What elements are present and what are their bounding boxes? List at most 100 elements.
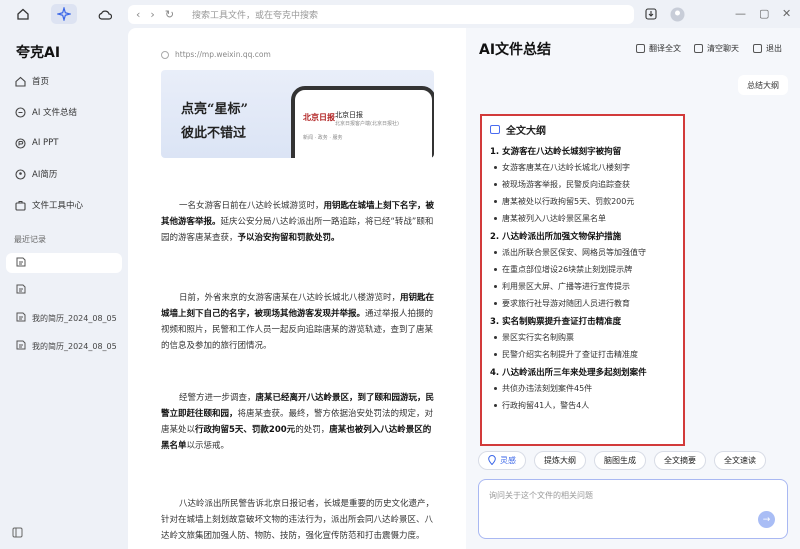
inspiration-label: 灵感 xyxy=(500,456,516,465)
article-paragraph: 一名女游客日前在八达岭长城游览时，用钥匙在城墙上刻下名字，被其他游客举报。延庆公… xyxy=(161,201,435,243)
sidebar-item-label: AI简历 xyxy=(32,170,58,180)
sidebar-item-label: 首页 xyxy=(32,77,50,87)
document-icon xyxy=(16,284,26,296)
question-input[interactable]: 询问关于这个文件的相关问题 → xyxy=(478,479,788,539)
outline-bullet: 行政拘留41人，警告4人 xyxy=(494,400,675,411)
phone-account-name: 北京日报 xyxy=(335,111,363,119)
document-panel: https://mp.weixin.qq.com 点亮“星标” 彼此不错过 北京… xyxy=(128,28,466,549)
recent-item[interactable]: 我的简历_2024_08_05 xyxy=(6,308,122,328)
top-bar: ‹ › ↻ 搜索工具文件，或在夸克中搜索 — ▢ ✕ xyxy=(0,0,800,28)
outline-bullet: 女游客唐某在八达岭长城北八楼刻字 xyxy=(494,162,675,173)
outline-section-title: 3. 实名制购票提升查证打击精准度 xyxy=(490,317,622,327)
recent-item[interactable]: 我的简历_2024_08_05 xyxy=(6,336,122,356)
outline-bullet: 利用景区大屏、广播等进行宣传提示 xyxy=(494,281,675,292)
phone-account-sub: 北京日报客户端(北京日报社) xyxy=(335,121,399,127)
sidebar-item-tool-center[interactable]: 文件工具中心 xyxy=(14,195,122,215)
outline-bullet: 唐某被处以行政拘留5天、罚款200元 xyxy=(494,196,675,207)
outline-bullet: 民警介绍实名制提升了查证打击精准度 xyxy=(494,349,675,360)
outline-header: 全文大纲 xyxy=(490,122,675,137)
phone-account-meta: 新闻 · 政务 · 服务 xyxy=(303,135,343,141)
location-pin-icon xyxy=(488,454,496,467)
phone-mockup: 北京日报 北京日报 北京日报客户端(北京日报社) 新闻 · 政务 · 服务 xyxy=(291,86,434,158)
cloud-icon[interactable] xyxy=(96,5,114,23)
avatar[interactable] xyxy=(668,5,686,23)
full-summary-chip[interactable]: 全文摘要 xyxy=(654,451,706,470)
recent-item[interactable] xyxy=(6,280,122,300)
ppt-icon xyxy=(14,137,26,149)
speed-read-chip[interactable]: 全文速读 xyxy=(714,451,766,470)
recent-item-label: 我的简历_2024_08_05 xyxy=(32,313,117,323)
panel-title: AI文件总结 xyxy=(479,42,552,58)
outline-section-title: 2. 八达岭派出所加强文物保护措施 xyxy=(490,232,622,242)
send-icon[interactable]: → xyxy=(758,511,775,528)
minimize-icon[interactable]: — xyxy=(735,7,746,20)
source-url[interactable]: https://mp.weixin.qq.com xyxy=(161,50,271,59)
sidebar-item-ai-ppt[interactable]: AI PPT xyxy=(14,133,122,153)
extract-outline-chip[interactable]: 提炼大纲 xyxy=(534,451,586,470)
summary-outline-button[interactable]: 总结大纲 xyxy=(738,75,788,95)
outline-bullet: 景区实行实名制购票 xyxy=(494,332,675,343)
address-placeholder: 搜索工具文件，或在夸克中搜索 xyxy=(192,11,319,21)
download-icon[interactable] xyxy=(642,5,660,23)
inspiration-chip[interactable]: 灵感 xyxy=(478,451,526,470)
outline-bullet: 共侦办违法刻划案件45件 xyxy=(494,383,675,394)
outline-title: 全文大纲 xyxy=(506,126,546,137)
outline-section-title: 1. 女游客在八达岭长城刻字被拘留 xyxy=(490,147,622,157)
outline-bullet: 要求旅行社导游对随团人员进行教育 xyxy=(494,298,675,309)
sidebar-item-label: AI 文件总结 xyxy=(32,108,78,118)
document-icon xyxy=(16,257,26,269)
translate-icon xyxy=(636,44,645,53)
collapse-sidebar-icon[interactable] xyxy=(12,527,23,541)
maximize-icon[interactable]: ▢ xyxy=(759,7,769,20)
sidebar-item-file-summary[interactable]: AI 文件总结 xyxy=(14,102,122,122)
outline-icon xyxy=(490,125,500,134)
close-icon[interactable]: ✕ xyxy=(782,7,791,20)
sidebar-item-home[interactable]: 首页 xyxy=(14,71,122,91)
file-summary-icon xyxy=(14,106,26,118)
translate-button[interactable]: 翻译全文 xyxy=(636,43,681,54)
ai-summary-panel: AI文件总结 翻译全文 清空聊天 退出 总结大纲 全文大纲 1. 女游客在八达岭… xyxy=(466,28,800,549)
outline-card: 全文大纲 1. 女游客在八达岭长城刻字被拘留 女游客唐某在八达岭长城北八楼刻字 … xyxy=(480,114,685,446)
banner-line-2: 彼此不错过 xyxy=(181,126,247,141)
article-paragraph: 经警方进一步调查，唐某已经离开八达岭景区，到了颐和园游玩，民警立即赶往颐和园，将… xyxy=(161,393,435,451)
translate-label: 翻译全文 xyxy=(649,44,681,53)
toolbox-icon xyxy=(14,199,26,211)
article-paragraph: 八达岭派出所民警告诉北京日报记者，长城是重要的历史文化遗产，针对在城墙上刻划故意… xyxy=(161,499,435,541)
quick-action-chips: 灵感 提炼大纲 脑图生成 全文摘要 全文速读 xyxy=(478,451,766,470)
back-icon[interactable]: ‹ xyxy=(136,8,140,21)
address-bar[interactable]: ‹ › ↻ 搜索工具文件，或在夸克中搜索 xyxy=(128,5,634,24)
outline-section-title: 4. 八达岭派出所三年来处理多起刻划案件 xyxy=(490,368,647,378)
document-icon xyxy=(16,340,26,352)
sidebar: 夸克AI 首页 AI 文件总结 AI PPT AI简历 文件工具中心 最近记录 … xyxy=(0,28,128,549)
sidebar-item-ai-resume[interactable]: AI简历 xyxy=(14,164,122,184)
article-banner: 点亮“星标” 彼此不错过 北京日报 北京日报 北京日报客户端(北京日报社) 新闻… xyxy=(161,70,434,158)
recent-title: 最近记录 xyxy=(14,235,46,244)
home-icon[interactable] xyxy=(14,5,32,23)
clear-chat-label: 清空聊天 xyxy=(707,44,739,53)
forward-icon[interactable]: › xyxy=(150,8,154,21)
exit-icon xyxy=(753,44,762,53)
ai-sparkle-icon[interactable] xyxy=(51,4,77,24)
exit-button[interactable]: 退出 xyxy=(753,43,782,54)
document-icon xyxy=(16,312,26,324)
recent-item-label: 我的简历_2024_08_05 xyxy=(32,341,117,351)
source-url-text: https://mp.weixin.qq.com xyxy=(175,50,271,59)
refresh-icon[interactable]: ↻ xyxy=(165,8,174,21)
article-paragraph: 日前，外省来京的女游客唐某在八达岭长城北八楼游览时，用钥匙在城墙上刻下自己的名字… xyxy=(161,293,435,351)
brand-title: 夸克AI xyxy=(16,45,61,61)
sidebar-item-label: AI PPT xyxy=(32,138,59,148)
outline-bullet: 在重点部位增设26块禁止刻划提示牌 xyxy=(494,264,675,275)
clear-chat-button[interactable]: 清空聊天 xyxy=(694,43,739,54)
resume-icon xyxy=(14,168,26,180)
clear-icon xyxy=(694,44,703,53)
globe-icon xyxy=(161,50,169,59)
sidebar-item-label: 文件工具中心 xyxy=(32,201,84,211)
banner-line-1: 点亮“星标” xyxy=(181,102,248,117)
outline-bullet: 派出所联合景区保安、网格员等加强值守 xyxy=(494,247,675,258)
phone-logo: 北京日报 xyxy=(303,112,335,122)
outline-bullet: 被现场游客举报，民警反向追踪查获 xyxy=(494,179,675,190)
mindmap-chip[interactable]: 脑图生成 xyxy=(594,451,646,470)
exit-label: 退出 xyxy=(766,44,782,53)
recent-item[interactable] xyxy=(6,253,122,273)
home-icon xyxy=(14,75,26,87)
